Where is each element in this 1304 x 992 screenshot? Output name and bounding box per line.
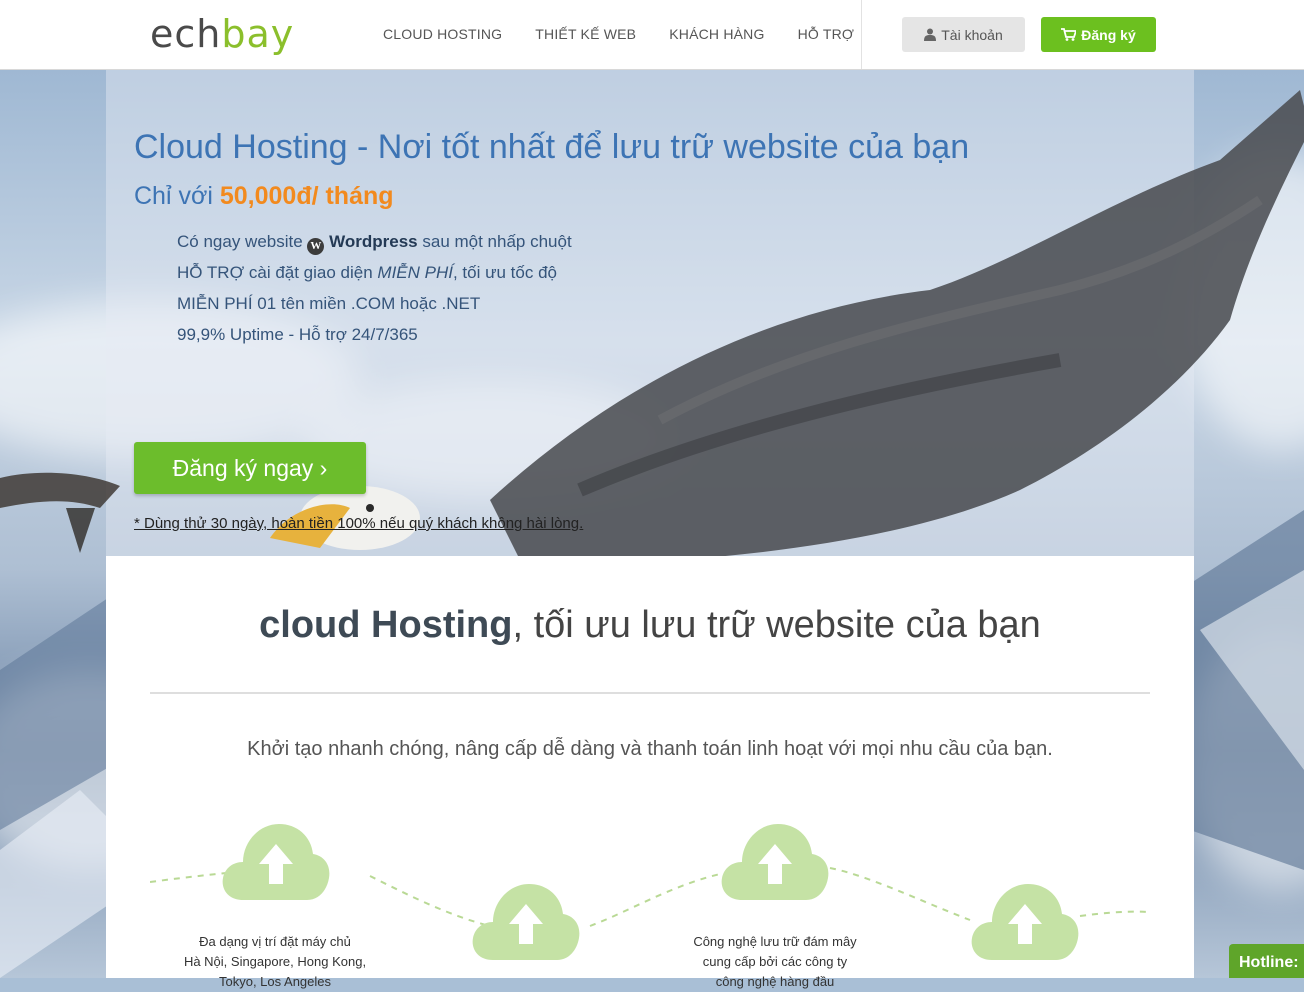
hero-subtitle-prefix: Chỉ với	[134, 182, 220, 210]
register-now-button[interactable]: Đăng ký ngay ›	[134, 442, 366, 494]
cloud-upload-icon	[721, 824, 829, 900]
feature-cloud-tech-text: Công nghệ lưu trữ đám mây cung cấp bởi c…	[660, 932, 890, 992]
feature-text-line: Công nghệ lưu trữ đám mây	[693, 934, 857, 949]
wordpress-icon: W	[307, 238, 325, 255]
cloud-upload-icon	[971, 884, 1079, 960]
header-divider	[861, 0, 862, 69]
cloud-upload-icon	[472, 884, 580, 960]
nav-support[interactable]: HỖ TRỢ	[798, 26, 855, 42]
logo-part1: ech	[150, 12, 222, 56]
hero-title: Cloud Hosting - Nơi tốt nhất để lưu trữ …	[134, 128, 970, 166]
section-title-bold: cloud Hosting	[259, 604, 513, 646]
feature-servers-text: Đa dạng vị trí đặt máy chủ Hà Nội, Singa…	[160, 932, 390, 992]
hero-feature-item: 99,9% Uptime - Hỗ trợ 24/7/365	[177, 325, 418, 344]
feature-1-text-c: sau một nhấp chuột	[417, 232, 572, 251]
hero-feature-list: Có ngay website W Wordpress sau một nhấp…	[177, 230, 572, 354]
nav-cloud-hosting[interactable]: CLOUD HOSTING	[383, 26, 502, 42]
signup-button[interactable]: Đăng ký	[1041, 17, 1156, 52]
nav-web-design[interactable]: THIẾT KẾ WEB	[535, 26, 636, 42]
hotline-tab[interactable]: Hotline:	[1229, 944, 1304, 978]
content-section: cloud Hosting, tối ưu lưu trữ website củ…	[106, 556, 1194, 989]
feature-text-line: Đa dạng vị trí đặt máy chủ	[199, 934, 351, 949]
site-header: echbay CLOUD HOSTING THIẾT KẾ WEB KHÁCH …	[0, 0, 1304, 70]
nav-customers[interactable]: KHÁCH HÀNG	[669, 26, 764, 42]
feature-1-text-b: Wordpress	[329, 232, 418, 251]
feature-text-line: Tokyo, Los Angeles	[218, 974, 332, 989]
feature-text-line: công nghệ hàng đầu	[715, 974, 835, 989]
section-lead: Khởi tạo nhanh chóng, nâng cấp dễ dàng v…	[247, 738, 1053, 760]
section-title-rest: , tối ưu lưu trữ website của bạn	[512, 604, 1041, 646]
hero-price: 50,000đ/ tháng	[219, 182, 394, 210]
feature-text-line: cung cấp bởi các công ty	[702, 954, 848, 969]
cart-icon	[1061, 28, 1077, 41]
hero-subtitle: Chỉ với 50,000đ/ tháng	[134, 182, 394, 211]
cloud-upload-icon	[222, 824, 330, 900]
signup-button-label: Đăng ký	[1081, 26, 1136, 43]
section-title: cloud Hosting, tối ưu lưu trữ website củ…	[106, 604, 1194, 647]
feature-1-text-a: Có ngay website	[177, 232, 308, 251]
hero-feature-item: Có ngay website W Wordpress sau một nhấp…	[177, 230, 572, 261]
hero-feature-item: MIỄN PHÍ 01 tên miền .COM hoặc .NET	[177, 294, 481, 313]
account-button-label: Tài khoản	[941, 26, 1003, 43]
hero-feature-item: HỖ TRỢ cài đặt giao diện MIỄN PHÍ, tối ư…	[177, 261, 572, 292]
feature-2-text-a: HỖ TRỢ cài đặt giao diện	[177, 263, 378, 282]
main-nav: CLOUD HOSTING THIẾT KẾ WEB KHÁCH HÀNG HỖ…	[383, 26, 887, 42]
feature-text-line: Hà Nội, Singapore, Hong Kong,	[183, 954, 367, 969]
echbay-logo[interactable]: echbay	[150, 12, 294, 56]
feature-2-text-b: MIỄN PHÍ	[377, 263, 453, 282]
feature-2-text-c: , tối ưu tốc độ	[452, 263, 557, 282]
logo-part2: bay	[221, 12, 295, 56]
user-icon	[924, 28, 937, 41]
trial-note-link[interactable]: * Dùng thử 30 ngày, hoàn tiền 100% nếu q…	[134, 515, 583, 532]
account-button[interactable]: Tài khoản	[902, 17, 1025, 52]
section-divider	[150, 692, 1150, 694]
